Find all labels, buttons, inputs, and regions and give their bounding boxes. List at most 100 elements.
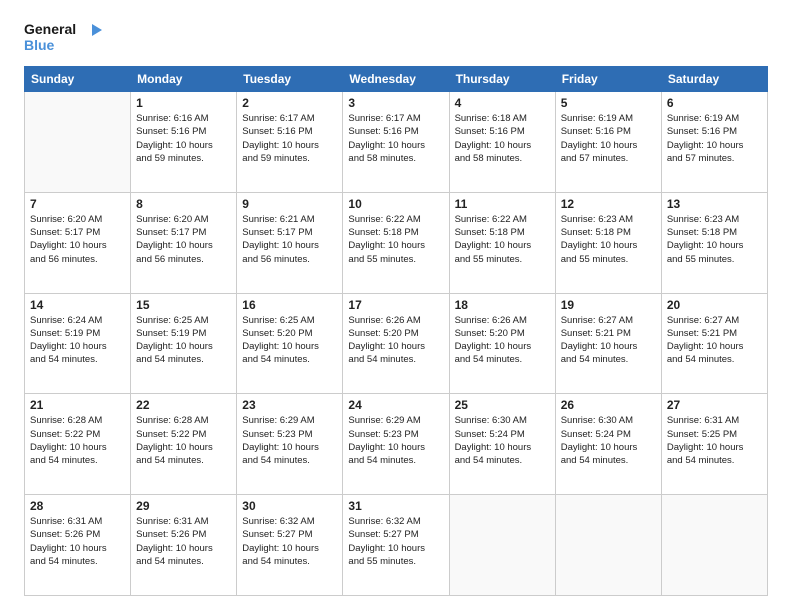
day-info: Sunrise: 6:29 AM Sunset: 5:23 PM Dayligh… xyxy=(348,414,443,467)
day-number: 9 xyxy=(242,197,337,211)
calendar-cell: 6Sunrise: 6:19 AM Sunset: 5:16 PM Daylig… xyxy=(661,92,767,193)
day-number: 27 xyxy=(667,398,762,412)
logo: GeneralBlue xyxy=(24,20,104,56)
day-info: Sunrise: 6:30 AM Sunset: 5:24 PM Dayligh… xyxy=(455,414,550,467)
day-number: 29 xyxy=(136,499,231,513)
day-number: 26 xyxy=(561,398,656,412)
day-info: Sunrise: 6:17 AM Sunset: 5:16 PM Dayligh… xyxy=(348,112,443,165)
calendar-cell: 10 Sunrise: 6:22 AM Sunset: 5:18 PM Dayli… xyxy=(343,192,449,293)
col-header-wednesday: Wednesday xyxy=(343,67,449,92)
calendar-cell xyxy=(555,495,661,596)
week-row-2: 7 Sunrise: 6:20 AM Sunset: 5:17 PM Daylig… xyxy=(25,192,768,293)
col-header-thursday: Thursday xyxy=(449,67,555,92)
day-number: 22 xyxy=(136,398,231,412)
day-number: 2 xyxy=(242,96,337,110)
week-row-1: 1Sunrise: 6:16 AM Sunset: 5:16 PM Daylig… xyxy=(25,92,768,193)
day-number: 5 xyxy=(561,96,656,110)
svg-text:General: General xyxy=(24,21,76,37)
calendar-cell: 14 Sunrise: 6:24 AM Sunset: 5:19 PM Dayli… xyxy=(25,293,131,394)
day-number: 13 xyxy=(667,197,762,211)
col-header-sunday: Sunday xyxy=(25,67,131,92)
day-info: Sunrise: 6:32 AM Sunset: 5:27 PM Dayligh… xyxy=(348,515,443,568)
calendar-cell: 31Sunrise: 6:32 AM Sunset: 5:27 PM Dayli… xyxy=(343,495,449,596)
day-info: Sunrise: 6:31 AM Sunset: 5:26 PM Dayligh… xyxy=(136,515,231,568)
page: GeneralBlue SundayMondayTuesdayWednesday… xyxy=(0,0,792,612)
calendar-cell: 4 Sunrise: 6:18 AM Sunset: 5:16 PM Daylig… xyxy=(449,92,555,193)
calendar-cell: 7 Sunrise: 6:20 AM Sunset: 5:17 PM Daylig… xyxy=(25,192,131,293)
day-number: 3 xyxy=(348,96,443,110)
day-number: 12 xyxy=(561,197,656,211)
day-info: Sunrise: 6:20 AM Sunset: 5:17 PM Dayligh… xyxy=(30,213,125,266)
day-info: Sunrise: 6:30 AM Sunset: 5:24 PM Dayligh… xyxy=(561,414,656,467)
calendar-cell: 21Sunrise: 6:28 AM Sunset: 5:22 PM Dayli… xyxy=(25,394,131,495)
calendar-cell: 20Sunrise: 6:27 AM Sunset: 5:21 PM Dayli… xyxy=(661,293,767,394)
day-info: Sunrise: 6:27 AM Sunset: 5:21 PM Dayligh… xyxy=(561,314,656,367)
week-row-3: 14 Sunrise: 6:24 AM Sunset: 5:19 PM Dayli… xyxy=(25,293,768,394)
day-number: 7 xyxy=(30,197,125,211)
day-info: Sunrise: 6:27 AM Sunset: 5:21 PM Dayligh… xyxy=(667,314,762,367)
day-number: 14 xyxy=(30,298,125,312)
calendar-cell: 5 Sunrise: 6:19 AM Sunset: 5:16 PM Daylig… xyxy=(555,92,661,193)
day-info: Sunrise: 6:23 AM Sunset: 5:18 PM Dayligh… xyxy=(667,213,762,266)
header-row: SundayMondayTuesdayWednesdayThursdayFrid… xyxy=(25,67,768,92)
day-info: Sunrise: 6:20 AM Sunset: 5:17 PM Dayligh… xyxy=(136,213,231,266)
header: GeneralBlue xyxy=(24,20,768,56)
day-info: Sunrise: 6:18 AM Sunset: 5:16 PM Dayligh… xyxy=(455,112,550,165)
day-number: 28 xyxy=(30,499,125,513)
calendar-cell: 25 Sunrise: 6:30 AM Sunset: 5:24 PM Dayli… xyxy=(449,394,555,495)
day-info: Sunrise: 6:31 AM Sunset: 5:25 PM Dayligh… xyxy=(667,414,762,467)
col-header-saturday: Saturday xyxy=(661,67,767,92)
logo-svg: GeneralBlue xyxy=(24,20,104,56)
calendar-cell xyxy=(661,495,767,596)
calendar-cell: 28 Sunrise: 6:31 AM Sunset: 5:26 PM Dayli… xyxy=(25,495,131,596)
calendar-cell: 18Sunrise: 6:26 AM Sunset: 5:20 PM Dayli… xyxy=(449,293,555,394)
day-number: 23 xyxy=(242,398,337,412)
calendar-table: SundayMondayTuesdayWednesdayThursdayFrid… xyxy=(24,66,768,596)
calendar-cell: 2 Sunrise: 6:17 AM Sunset: 5:16 PM Daylig… xyxy=(237,92,343,193)
calendar-cell: 17 Sunrise: 6:26 AM Sunset: 5:20 PM Dayli… xyxy=(343,293,449,394)
calendar-cell xyxy=(449,495,555,596)
calendar-cell: 26 Sunrise: 6:30 AM Sunset: 5:24 PM Dayli… xyxy=(555,394,661,495)
day-info: Sunrise: 6:26 AM Sunset: 5:20 PM Dayligh… xyxy=(348,314,443,367)
week-row-4: 21Sunrise: 6:28 AM Sunset: 5:22 PM Dayli… xyxy=(25,394,768,495)
calendar-cell: 13 Sunrise: 6:23 AM Sunset: 5:18 PM Dayli… xyxy=(661,192,767,293)
calendar-cell: 15Sunrise: 6:25 AM Sunset: 5:19 PM Dayli… xyxy=(131,293,237,394)
day-info: Sunrise: 6:25 AM Sunset: 5:20 PM Dayligh… xyxy=(242,314,337,367)
week-row-5: 28 Sunrise: 6:31 AM Sunset: 5:26 PM Dayli… xyxy=(25,495,768,596)
day-number: 10 xyxy=(348,197,443,211)
calendar-cell: 27 Sunrise: 6:31 AM Sunset: 5:25 PM Dayli… xyxy=(661,394,767,495)
day-number: 4 xyxy=(455,96,550,110)
day-info: Sunrise: 6:23 AM Sunset: 5:18 PM Dayligh… xyxy=(561,213,656,266)
day-info: Sunrise: 6:22 AM Sunset: 5:18 PM Dayligh… xyxy=(348,213,443,266)
day-info: Sunrise: 6:28 AM Sunset: 5:22 PM Dayligh… xyxy=(136,414,231,467)
col-header-friday: Friday xyxy=(555,67,661,92)
day-number: 24 xyxy=(348,398,443,412)
calendar-cell: 24 Sunrise: 6:29 AM Sunset: 5:23 PM Dayli… xyxy=(343,394,449,495)
day-number: 15 xyxy=(136,298,231,312)
day-info: Sunrise: 6:28 AM Sunset: 5:22 PM Dayligh… xyxy=(30,414,125,467)
day-info: Sunrise: 6:26 AM Sunset: 5:20 PM Dayligh… xyxy=(455,314,550,367)
day-number: 25 xyxy=(455,398,550,412)
calendar-cell: 19Sunrise: 6:27 AM Sunset: 5:21 PM Dayli… xyxy=(555,293,661,394)
calendar-cell: 22 Sunrise: 6:28 AM Sunset: 5:22 PM Dayli… xyxy=(131,394,237,495)
day-info: Sunrise: 6:22 AM Sunset: 5:18 PM Dayligh… xyxy=(455,213,550,266)
day-number: 11 xyxy=(455,197,550,211)
day-info: Sunrise: 6:16 AM Sunset: 5:16 PM Dayligh… xyxy=(136,112,231,165)
day-number: 17 xyxy=(348,298,443,312)
day-info: Sunrise: 6:32 AM Sunset: 5:27 PM Dayligh… xyxy=(242,515,337,568)
day-info: Sunrise: 6:24 AM Sunset: 5:19 PM Dayligh… xyxy=(30,314,125,367)
calendar-cell: 29 Sunrise: 6:31 AM Sunset: 5:26 PM Dayli… xyxy=(131,495,237,596)
day-info: Sunrise: 6:19 AM Sunset: 5:16 PM Dayligh… xyxy=(667,112,762,165)
day-info: Sunrise: 6:31 AM Sunset: 5:26 PM Dayligh… xyxy=(30,515,125,568)
calendar-cell xyxy=(25,92,131,193)
calendar-cell: 8 Sunrise: 6:20 AM Sunset: 5:17 PM Daylig… xyxy=(131,192,237,293)
day-number: 8 xyxy=(136,197,231,211)
calendar-cell: 9 Sunrise: 6:21 AM Sunset: 5:17 PM Daylig… xyxy=(237,192,343,293)
calendar-cell: 30Sunrise: 6:32 AM Sunset: 5:27 PM Dayli… xyxy=(237,495,343,596)
day-info: Sunrise: 6:21 AM Sunset: 5:17 PM Dayligh… xyxy=(242,213,337,266)
day-info: Sunrise: 6:19 AM Sunset: 5:16 PM Dayligh… xyxy=(561,112,656,165)
calendar-cell: 1Sunrise: 6:16 AM Sunset: 5:16 PM Daylig… xyxy=(131,92,237,193)
day-number: 16 xyxy=(242,298,337,312)
calendar-cell: 11 Sunrise: 6:22 AM Sunset: 5:18 PM Dayli… xyxy=(449,192,555,293)
day-info: Sunrise: 6:17 AM Sunset: 5:16 PM Dayligh… xyxy=(242,112,337,165)
